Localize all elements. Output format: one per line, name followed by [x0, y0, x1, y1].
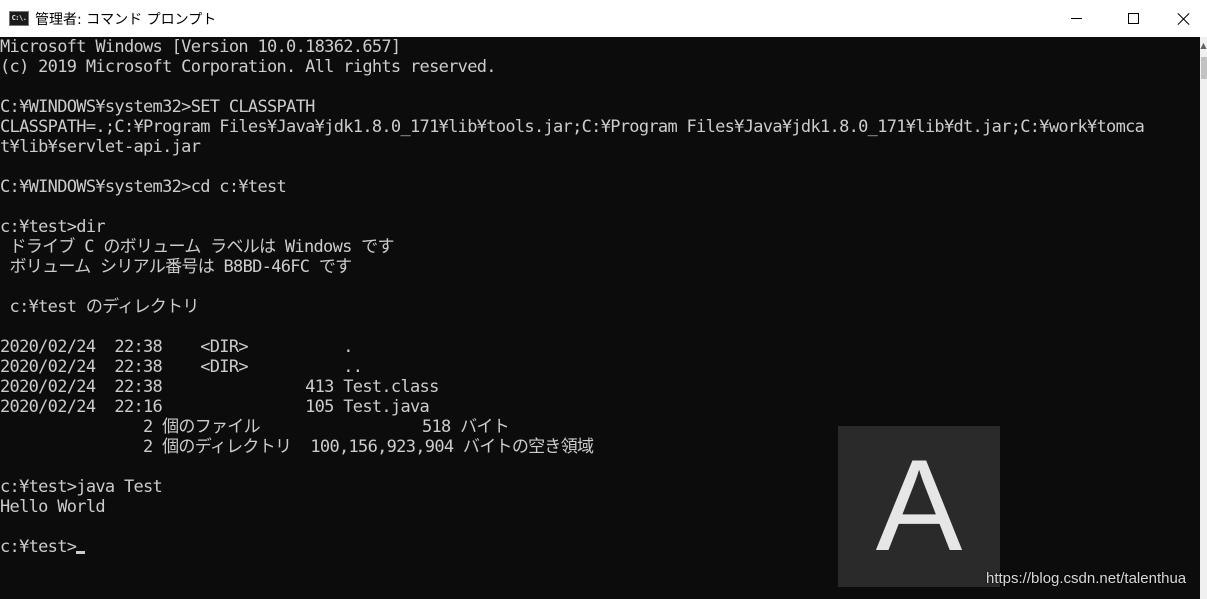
console-line: ドライブ C のボリューム ラベルは Windows です: [0, 237, 395, 257]
console-line: 2020/02/24 22:38 <DIR> ..: [0, 357, 363, 377]
console-output[interactable]: Microsoft Windows [Version 10.0.18362.65…: [0, 37, 1200, 599]
close-button[interactable]: [1161, 0, 1207, 37]
console-line: 2020/02/24 22:16 105 Test.java: [0, 397, 430, 417]
console-line: c:¥test のディレクトリ: [0, 297, 200, 317]
cmd-icon: C:\.: [9, 11, 29, 26]
vertical-scrollbar[interactable]: ▲: [1200, 37, 1207, 599]
maximize-icon: [1127, 13, 1139, 24]
window-title: 管理者: コマンド プロンプト: [35, 12, 217, 28]
title-bar[interactable]: C:\. 管理者: コマンド プロンプト: [0, 0, 1207, 37]
scroll-thumb[interactable]: [1201, 57, 1207, 79]
watermark-url: https://blog.csdn.net/talenthua: [986, 570, 1187, 587]
console-line: Microsoft Windows [Version 10.0.18362.65…: [0, 37, 401, 57]
maximize-button[interactable]: [1104, 0, 1162, 37]
console-line: 2020/02/24 22:38 413 Test.class: [0, 377, 439, 397]
text-cursor: [76, 551, 86, 554]
console-line: CLASSPATH=.;C:¥Program Files¥Java¥jdk1.8…: [0, 117, 1145, 137]
console-line: ボリューム シリアル番号は B8BD-46FC です: [0, 257, 353, 277]
scroll-up-arrow-icon[interactable]: ▲: [1200, 41, 1207, 51]
console-line: C:¥WINDOWS¥system32>SET CLASSPATH: [0, 97, 315, 117]
avatar: A: [838, 426, 1000, 587]
console-line: (c) 2019 Microsoft Corporation. All righ…: [0, 57, 497, 77]
minimize-icon: [1070, 18, 1082, 19]
avatar-letter: A: [875, 431, 963, 578]
console-line: c:¥test>dir: [0, 217, 106, 237]
minimize-button[interactable]: [1047, 0, 1105, 37]
console-line: C:¥WINDOWS¥system32>cd c:¥test: [0, 177, 287, 197]
prompt-text: c:¥test>: [0, 537, 77, 557]
console-line: t¥lib¥servlet-api.jar: [0, 137, 201, 157]
console-line: 2020/02/24 22:38 <DIR> .: [0, 337, 353, 357]
close-icon: [1177, 12, 1191, 26]
